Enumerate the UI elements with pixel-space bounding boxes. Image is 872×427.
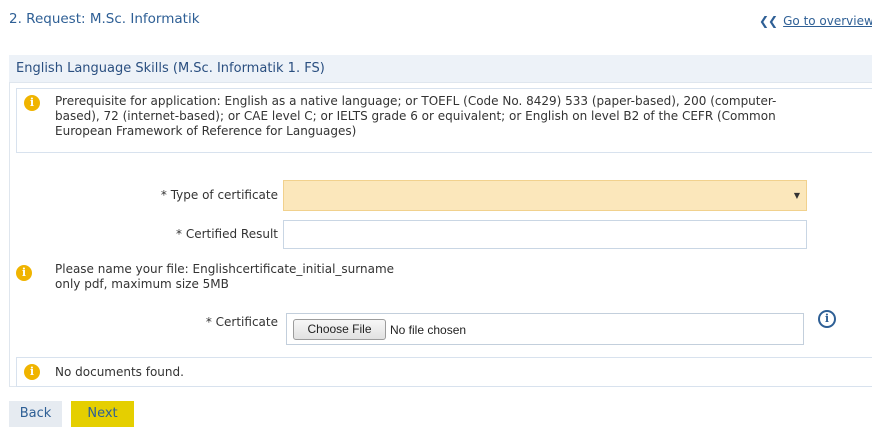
type-of-certificate-select[interactable]: ▼	[283, 180, 807, 211]
choose-file-button[interactable]: Choose File	[293, 319, 386, 340]
prerequisite-line-1: Prerequisite for application: English as…	[55, 94, 777, 108]
no-file-chosen-text: No file chosen	[390, 323, 467, 337]
prerequisite-line-3: European Framework of Reference for Lang…	[55, 124, 357, 138]
no-documents-text: No documents found.	[55, 365, 184, 379]
next-button[interactable]: Next	[71, 401, 134, 427]
certificate-label: * Certificate	[205, 315, 278, 329]
file-note-line-1: Please name your file: Englishcertificat…	[55, 262, 395, 276]
warning-info-icon: i	[24, 364, 40, 380]
request-title: 2. Request: M.Sc. Informatik	[9, 11, 200, 27]
overview-link-label: Go to overview	[783, 14, 872, 28]
info-circle-icon[interactable]: i	[818, 310, 836, 328]
double-chevron-left-icon: ❮❮	[759, 14, 778, 28]
warning-info-icon: i	[16, 265, 32, 281]
certified-result-label: * Certified Result	[176, 227, 278, 241]
back-button[interactable]: Back	[9, 401, 62, 427]
caret-down-icon: ▼	[793, 191, 800, 200]
file-note-line-2: only pdf, maximum size 5MB	[55, 277, 229, 291]
warning-info-icon: i	[24, 95, 40, 111]
go-to-overview-link[interactable]: ❮❮ Go to overview	[759, 14, 872, 28]
prerequisite-line-2: based), 72 (internet-based); or CAE leve…	[55, 109, 776, 123]
type-of-certificate-label: * Type of certificate	[160, 188, 278, 202]
panel-title: English Language Skills (M.Sc. Informati…	[16, 61, 325, 76]
certified-result-input[interactable]	[283, 220, 807, 249]
